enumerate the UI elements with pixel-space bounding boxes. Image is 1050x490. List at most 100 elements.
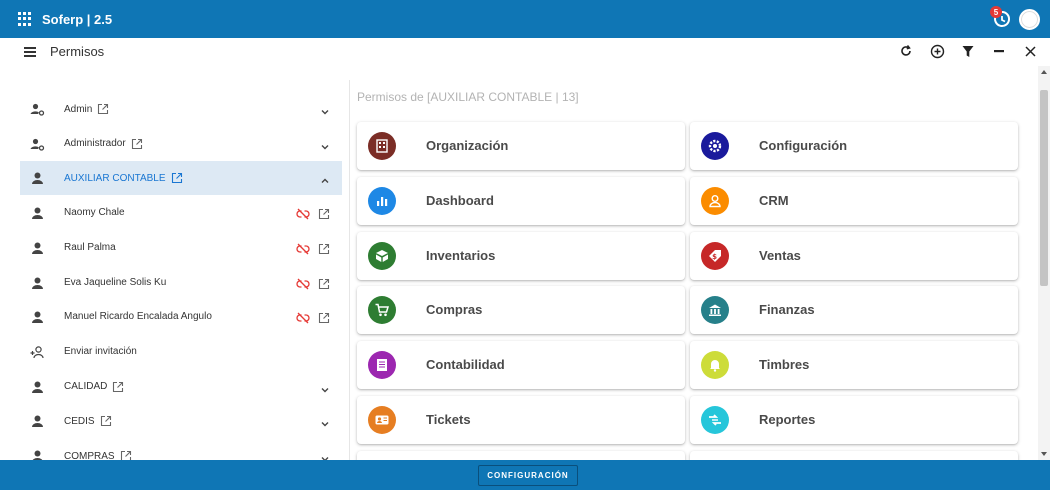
role-label-text: Eva Jaqueline Solis Ku xyxy=(64,276,167,288)
role-member-item[interactable]: Manuel Ricardo Encalada Angulo xyxy=(20,300,342,334)
history-icon[interactable]: 5 xyxy=(990,6,1013,30)
unlink-icon[interactable] xyxy=(296,207,310,220)
role-label-text: Raul Palma xyxy=(64,241,116,253)
external-link-icon[interactable] xyxy=(131,138,143,150)
roles-panel: Admin Administrador AUXILIAR CONTABLE Naomy… xyxy=(0,80,350,460)
user-icon xyxy=(30,380,45,395)
configuracion-button[interactable]: CONFIGURACIÓN xyxy=(478,465,578,486)
module-card[interactable]: Organización xyxy=(357,122,685,170)
hamburger-menu-icon[interactable] xyxy=(24,47,36,57)
svg-text:$: $ xyxy=(712,253,717,261)
chevron-down-icon[interactable] xyxy=(320,451,330,460)
scroll-up-arrow[interactable] xyxy=(1041,70,1047,74)
role-group-item[interactable]: AUXILIAR CONTABLE xyxy=(20,161,342,196)
role-member-item[interactable]: Eva Jaqueline Solis Ku xyxy=(20,266,342,300)
role-label: AUXILIAR CONTABLE xyxy=(64,172,183,184)
price-tag-icon: $ xyxy=(701,241,729,270)
role-group-item[interactable]: CALIDAD xyxy=(20,370,342,404)
role-label: Naomy Chale xyxy=(64,207,125,218)
chevron-down-icon[interactable] xyxy=(320,139,330,150)
chevron-down-icon[interactable] xyxy=(320,104,330,115)
unlink-icon[interactable] xyxy=(296,311,310,324)
filter-icon[interactable] xyxy=(960,43,976,59)
role-group-item[interactable]: Admin xyxy=(20,92,342,126)
module-card[interactable]: CRM xyxy=(690,176,1018,225)
apps-grid-icon[interactable] xyxy=(18,12,32,26)
module-card[interactable]: Contabilidad xyxy=(357,341,685,390)
user-avatar[interactable] xyxy=(1019,8,1040,30)
ledger-icon xyxy=(368,351,396,380)
open-external-icon[interactable] xyxy=(318,207,330,220)
refresh-icon[interactable] xyxy=(898,43,914,59)
role-group-item[interactable]: COMPRAS xyxy=(20,439,342,460)
module-card[interactable]: Inventarios xyxy=(357,231,685,280)
role-label: Raul Palma xyxy=(64,242,116,253)
role-label-text: Naomy Chale xyxy=(64,207,125,219)
unlink-icon[interactable] xyxy=(296,242,310,255)
role-label: Admin xyxy=(64,103,109,115)
page-scrollbar[interactable] xyxy=(1038,66,1050,460)
user-icon xyxy=(30,449,45,460)
module-card[interactable]: Dashboard xyxy=(357,176,685,225)
module-name: CRM xyxy=(759,192,789,208)
role-group-item[interactable]: CEDIS xyxy=(20,404,342,438)
role-label-text: Admin xyxy=(64,103,93,115)
minimize-icon[interactable] xyxy=(991,43,1007,59)
scroll-down-arrow[interactable] xyxy=(1041,452,1047,456)
role-member-item[interactable]: Raul Palma xyxy=(20,231,342,265)
role-label: Administrador xyxy=(64,138,143,150)
module-card[interactable]: $ Ventas xyxy=(690,231,1018,280)
external-link-icon[interactable] xyxy=(112,381,124,393)
chevron-down-icon[interactable] xyxy=(320,416,330,427)
chevron-down-icon[interactable] xyxy=(320,382,330,393)
module-card[interactable]: Finanzas xyxy=(690,286,1018,335)
role-label: CEDIS xyxy=(64,415,112,427)
role-label-text: Enviar invitación xyxy=(64,345,137,357)
page-title: Permisos xyxy=(50,44,105,59)
role-group-item[interactable]: Administrador xyxy=(20,127,342,161)
external-link-icon[interactable] xyxy=(171,172,183,184)
user-gear-icon xyxy=(30,137,45,152)
module-card-partial[interactable] xyxy=(690,450,1018,460)
permissions-panel: Permisos de [AUXILIAR CONTABLE | 13] Org… xyxy=(350,80,1038,460)
user-gear-icon xyxy=(30,102,45,117)
person-icon xyxy=(701,186,729,215)
module-card[interactable]: Tickets xyxy=(357,396,685,444)
role-label: Eva Jaqueline Solis Ku xyxy=(64,277,166,288)
open-external-icon[interactable] xyxy=(318,277,330,289)
role-label-text: CEDIS xyxy=(64,415,95,427)
module-card[interactable]: Reportes xyxy=(690,396,1018,444)
permissions-title: Permisos de [AUXILIAR CONTABLE | 13] xyxy=(357,90,579,104)
module-name: Configuración xyxy=(759,138,848,153)
external-link-icon[interactable] xyxy=(100,415,112,427)
module-card[interactable]: Compras xyxy=(357,286,685,335)
open-external-icon[interactable] xyxy=(318,242,330,254)
report-icon xyxy=(701,406,729,434)
external-link-icon[interactable] xyxy=(97,103,109,115)
module-card-partial[interactable] xyxy=(357,450,685,460)
module-name: Finanzas xyxy=(759,302,815,318)
role-label: COMPRAS xyxy=(64,450,132,460)
chevron-up-icon[interactable] xyxy=(320,173,330,184)
bank-icon xyxy=(701,296,729,325)
external-link-icon[interactable] xyxy=(120,450,132,460)
open-external-icon[interactable] xyxy=(318,311,330,324)
ticket-icon xyxy=(368,406,396,434)
module-card[interactable]: Configuración xyxy=(690,122,1018,170)
module-name: Tickets xyxy=(426,412,471,427)
role-member-item[interactable]: Naomy Chale xyxy=(20,196,342,230)
role-label: Manuel Ricardo Encalada Angulo xyxy=(64,311,212,322)
notification-badge: 5 xyxy=(990,6,1002,18)
unlink-icon[interactable] xyxy=(296,277,310,289)
scrollbar-thumb[interactable] xyxy=(1040,90,1048,286)
close-icon[interactable] xyxy=(1022,43,1038,59)
add-circle-icon[interactable] xyxy=(929,43,945,59)
role-group-item[interactable]: Enviar invitación xyxy=(20,335,342,369)
module-name: Contabilidad xyxy=(426,357,505,373)
role-label: CALIDAD xyxy=(64,381,124,393)
user-icon xyxy=(30,241,45,256)
role-label: Enviar invitación xyxy=(64,346,137,357)
user-icon xyxy=(30,310,45,325)
module-card[interactable]: Timbres xyxy=(690,341,1018,390)
gear-icon xyxy=(701,132,729,160)
